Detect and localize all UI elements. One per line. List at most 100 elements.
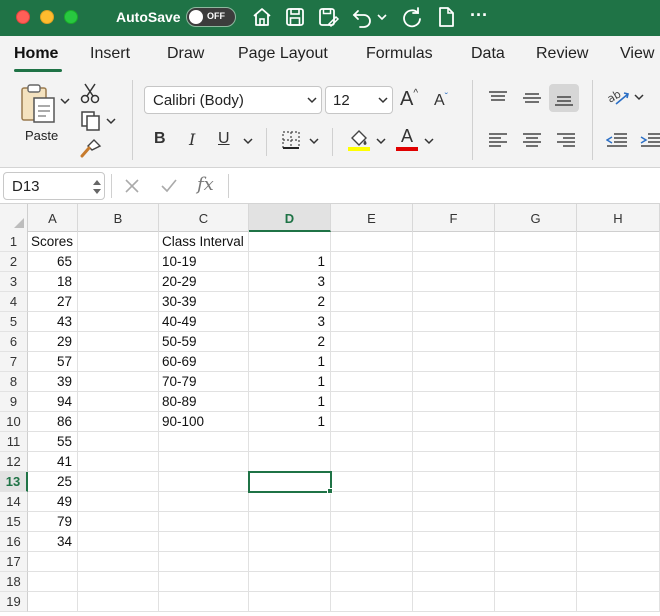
cell-e8[interactable] xyxy=(331,372,413,392)
tab-draw[interactable]: Draw xyxy=(167,45,204,63)
cell-c12[interactable] xyxy=(159,452,249,472)
cell-c17[interactable] xyxy=(159,552,249,572)
cell-c15[interactable] xyxy=(159,512,249,532)
cell-g16[interactable] xyxy=(495,532,577,552)
minimize-window-button[interactable] xyxy=(40,10,54,24)
cell-f8[interactable] xyxy=(413,372,495,392)
cell-h13[interactable] xyxy=(577,472,660,492)
format-painter-icon[interactable] xyxy=(80,138,102,158)
cell-f18[interactable] xyxy=(413,572,495,592)
cell-h17[interactable] xyxy=(577,552,660,572)
cell-g13[interactable] xyxy=(495,472,577,492)
align-left-icon[interactable] xyxy=(488,132,508,148)
cell-f3[interactable] xyxy=(413,272,495,292)
underline-button[interactable]: U xyxy=(218,130,230,148)
formula-input[interactable] xyxy=(236,176,656,196)
bold-button[interactable]: B xyxy=(154,130,166,148)
increase-indent-icon[interactable] xyxy=(640,132,660,148)
cell-b19[interactable] xyxy=(78,592,159,612)
cell-c14[interactable] xyxy=(159,492,249,512)
cell-c8[interactable]: 70-79 xyxy=(159,372,249,392)
cell-b18[interactable] xyxy=(78,572,159,592)
cell-h9[interactable] xyxy=(577,392,660,412)
cell-c10[interactable]: 90-100 xyxy=(159,412,249,432)
cell-h19[interactable] xyxy=(577,592,660,612)
increase-font-size-button[interactable]: A^ xyxy=(400,88,418,111)
cell-a4[interactable]: 27 xyxy=(28,292,78,312)
fill-color-dropdown-icon[interactable] xyxy=(376,136,386,146)
redo-icon[interactable] xyxy=(400,5,424,29)
home-icon[interactable] xyxy=(250,5,274,29)
cell-c13[interactable] xyxy=(159,472,249,492)
cell-g9[interactable] xyxy=(495,392,577,412)
column-header-c[interactable]: C xyxy=(159,204,249,232)
row-header-16[interactable]: 16 xyxy=(0,532,28,552)
cell-h18[interactable] xyxy=(577,572,660,592)
cell-b10[interactable] xyxy=(78,412,159,432)
insert-function-button[interactable]: fx xyxy=(197,174,214,195)
cell-h4[interactable] xyxy=(577,292,660,312)
cell-a11[interactable]: 55 xyxy=(28,432,78,452)
cell-g1[interactable] xyxy=(495,232,577,252)
column-header-h[interactable]: H xyxy=(577,204,660,232)
row-header-12[interactable]: 12 xyxy=(0,452,28,472)
tab-data[interactable]: Data xyxy=(471,45,505,63)
cell-e6[interactable] xyxy=(331,332,413,352)
cell-g12[interactable] xyxy=(495,452,577,472)
cell-e16[interactable] xyxy=(331,532,413,552)
decrease-font-size-button[interactable]: Aˇ xyxy=(434,92,448,110)
cell-a18[interactable] xyxy=(28,572,78,592)
cell-a14[interactable]: 49 xyxy=(28,492,78,512)
cell-g18[interactable] xyxy=(495,572,577,592)
cell-b5[interactable] xyxy=(78,312,159,332)
borders-icon[interactable] xyxy=(281,130,301,150)
cell-c3[interactable]: 20-29 xyxy=(159,272,249,292)
column-header-g[interactable]: G xyxy=(495,204,577,232)
fill-handle[interactable] xyxy=(327,488,333,494)
cell-f16[interactable] xyxy=(413,532,495,552)
cell-h1[interactable] xyxy=(577,232,660,252)
cell-b13[interactable] xyxy=(78,472,159,492)
cell-a15[interactable]: 79 xyxy=(28,512,78,532)
cell-b14[interactable] xyxy=(78,492,159,512)
select-all-corner[interactable] xyxy=(0,204,28,232)
cell-f1[interactable] xyxy=(413,232,495,252)
row-header-15[interactable]: 15 xyxy=(0,512,28,532)
cell-h11[interactable] xyxy=(577,432,660,452)
close-window-button[interactable] xyxy=(16,10,30,24)
cell-f2[interactable] xyxy=(413,252,495,272)
cell-e4[interactable] xyxy=(331,292,413,312)
copy-icon[interactable] xyxy=(80,110,102,132)
cell-c11[interactable] xyxy=(159,432,249,452)
cell-e2[interactable] xyxy=(331,252,413,272)
cell-a9[interactable]: 94 xyxy=(28,392,78,412)
cell-f7[interactable] xyxy=(413,352,495,372)
cell-e3[interactable] xyxy=(331,272,413,292)
cell-e11[interactable] xyxy=(331,432,413,452)
cell-a13[interactable]: 25 xyxy=(28,472,78,492)
cell-a19[interactable] xyxy=(28,592,78,612)
cell-h2[interactable] xyxy=(577,252,660,272)
cell-e15[interactable] xyxy=(331,512,413,532)
cell-d11[interactable] xyxy=(249,432,331,452)
row-header-17[interactable]: 17 xyxy=(0,552,28,572)
cell-g5[interactable] xyxy=(495,312,577,332)
cell-d19[interactable] xyxy=(249,592,331,612)
cut-icon[interactable] xyxy=(80,82,100,104)
copy-dropdown-icon[interactable] xyxy=(106,116,116,126)
cell-g10[interactable] xyxy=(495,412,577,432)
column-header-a[interactable]: A xyxy=(28,204,78,232)
cell-f6[interactable] xyxy=(413,332,495,352)
column-header-e[interactable]: E xyxy=(331,204,413,232)
align-middle-icon[interactable] xyxy=(522,90,542,106)
enter-icon[interactable] xyxy=(160,178,178,194)
cell-g17[interactable] xyxy=(495,552,577,572)
cell-a3[interactable]: 18 xyxy=(28,272,78,292)
cell-c16[interactable] xyxy=(159,532,249,552)
row-header-6[interactable]: 6 xyxy=(0,332,28,352)
row-header-8[interactable]: 8 xyxy=(0,372,28,392)
cell-d4[interactable]: 2 xyxy=(249,292,331,312)
tab-page-layout[interactable]: Page Layout xyxy=(238,45,328,63)
cell-a16[interactable]: 34 xyxy=(28,532,78,552)
cell-f4[interactable] xyxy=(413,292,495,312)
